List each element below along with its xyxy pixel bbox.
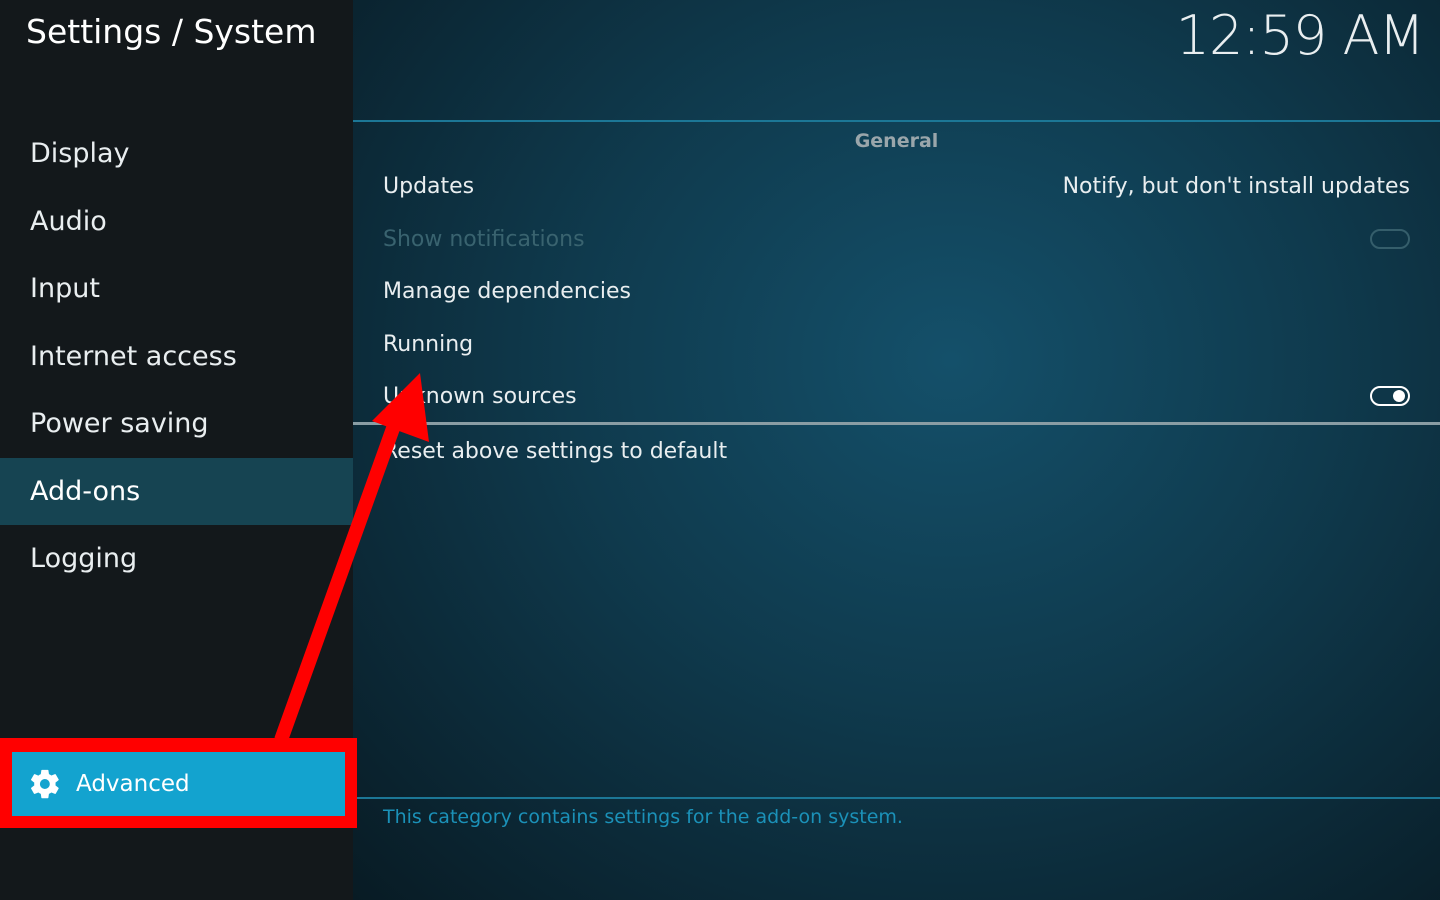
- toggle-knob: [1393, 390, 1405, 402]
- settings-panel: 12:59 AM General Updates Notify, but don…: [353, 0, 1440, 900]
- bottom-divider: [353, 797, 1440, 799]
- sidebar-item-internet-access[interactable]: Internet access: [0, 323, 353, 391]
- reset-defaults-button[interactable]: Reset above settings to default: [383, 425, 1410, 477]
- setting-label: Updates: [383, 173, 475, 199]
- setting-label: Show notifications: [383, 226, 585, 252]
- annotation-highlight-box: Advanced: [0, 738, 357, 828]
- top-divider: [353, 120, 1440, 122]
- setting-updates[interactable]: Updates Notify, but don't install update…: [383, 160, 1410, 212]
- setting-label: Running: [383, 331, 474, 357]
- setting-label: Unknown sources: [383, 383, 577, 409]
- settings-level-button[interactable]: Advanced: [12, 752, 345, 816]
- setting-unknown-sources[interactable]: Unknown sources: [383, 370, 1410, 422]
- settings-level-label: Advanced: [76, 771, 190, 797]
- toggle-on-icon[interactable]: [1370, 386, 1410, 406]
- sidebar-item-add-ons[interactable]: Add-ons: [0, 457, 353, 525]
- settings-category-list: Display Audio Input Internet access Powe…: [0, 120, 353, 593]
- clock: 12:59 AM: [1175, 4, 1425, 67]
- setting-value: Notify, but don't install updates: [1062, 173, 1410, 199]
- toggle-off-icon[interactable]: [1370, 229, 1410, 249]
- setting-running[interactable]: Running: [383, 318, 1410, 370]
- setting-manage-dependencies[interactable]: Manage dependencies: [383, 265, 1410, 317]
- breadcrumb: Settings / System: [26, 12, 317, 51]
- sidebar-item-power-saving[interactable]: Power saving: [0, 390, 353, 458]
- gear-icon: [31, 769, 59, 799]
- sidebar-item-logging[interactable]: Logging: [0, 525, 353, 593]
- sidebar-item-input[interactable]: Input: [0, 255, 353, 323]
- group-title: General: [854, 130, 939, 152]
- setting-show-notifications[interactable]: Show notifications: [383, 213, 1410, 265]
- sidebar-item-display[interactable]: Display: [0, 120, 353, 188]
- reset-label: Reset above settings to default: [383, 438, 728, 464]
- category-description: This category contains settings for the …: [383, 806, 903, 828]
- sidebar-item-audio[interactable]: Audio: [0, 188, 353, 256]
- setting-label: Manage dependencies: [383, 278, 631, 304]
